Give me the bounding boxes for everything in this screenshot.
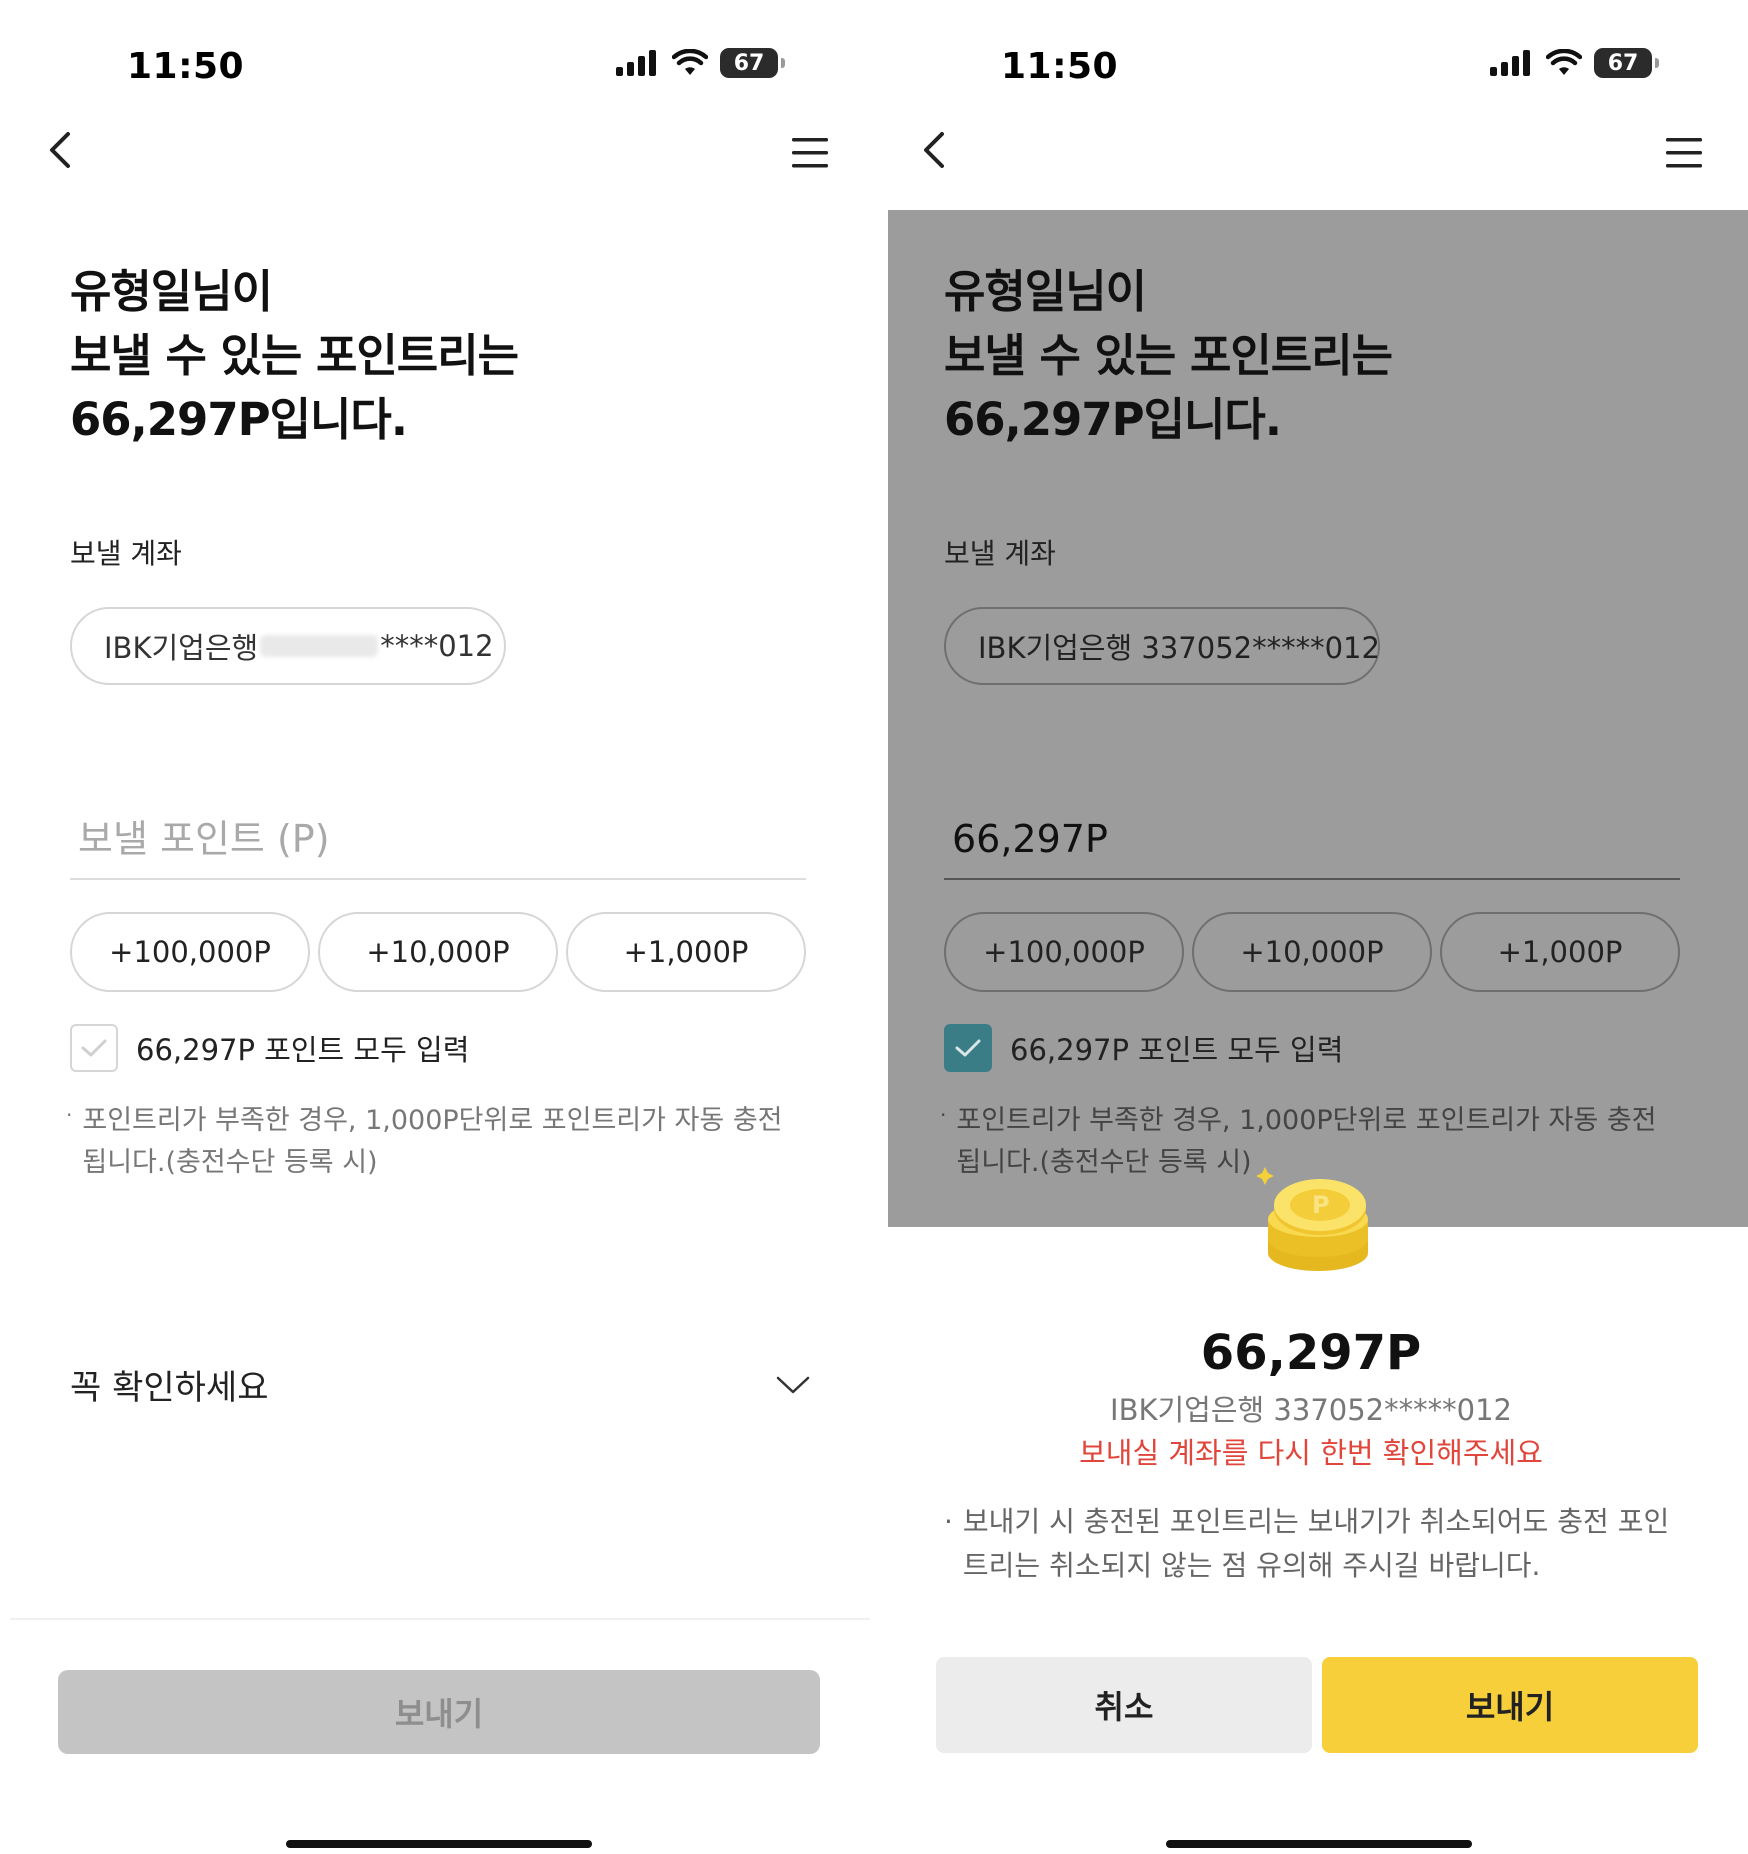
account-section-label: 보낼 계좌 xyxy=(70,537,182,570)
check-icon xyxy=(81,1039,107,1057)
cancel-button[interactable]: 취소 xyxy=(936,1657,1312,1753)
chevron-left-icon xyxy=(50,132,70,168)
account-text: IBK기업은행 337052*****012 xyxy=(978,631,1380,665)
hamburger-menu-icon xyxy=(792,138,828,168)
title-line-3: 66,297P입니다. xyxy=(70,393,408,446)
battery-icon: 67 xyxy=(720,48,785,78)
screen-divider xyxy=(870,0,878,1854)
battery-level: 67 xyxy=(733,50,765,76)
send-points-screen: 11:50 67 유형일님이 보낼 수 있는 포인트리는 66,297P입니다. xyxy=(0,0,874,1854)
cancel-policy-note-text: 보내기 시 충전된 포인트리는 보내기가 취소되어도 충전 포인트리는 취소되지… xyxy=(962,1505,1670,1582)
signal-icon xyxy=(616,50,656,76)
back-button[interactable] xyxy=(914,128,954,172)
home-indicator xyxy=(1166,1840,1472,1848)
add-1000-button: +1,000P xyxy=(1440,912,1680,992)
auto-charge-note-text: 포인트리가 부족한 경우, 1,000P단위로 포인트리가 자동 충전 됩니다.… xyxy=(82,1105,783,1178)
confirm-account: IBK기업은행 337052*****012 xyxy=(1110,1393,1512,1427)
title-line-1: 유형일님이 xyxy=(70,265,273,318)
menu-button[interactable] xyxy=(1664,136,1704,170)
chevron-down-icon xyxy=(776,1376,810,1393)
battery-icon: 67 xyxy=(1594,48,1659,78)
svg-text:P: P xyxy=(1312,1191,1330,1219)
confirm-warning: 보내실 계좌를 다시 한번 확인해주세요 xyxy=(1079,1436,1543,1470)
account-tail: ****012 xyxy=(380,629,494,663)
use-all-label: 66,297P 포인트 모두 입력 xyxy=(136,1033,470,1067)
back-button[interactable] xyxy=(40,128,80,172)
quick-add-chips: +100,000P +10,000P +1,000P xyxy=(944,912,1680,992)
bullet-icon: · xyxy=(944,1505,953,1538)
signal-icon xyxy=(1490,50,1530,76)
add-100000-button: +100,000P xyxy=(944,912,1184,992)
use-all-row[interactable]: 66,297P 포인트 모두 입력 xyxy=(70,1024,469,1072)
confirm-amount: 66,297P xyxy=(1200,1325,1422,1381)
wifi-icon xyxy=(1546,49,1582,75)
status-time: 11:50 xyxy=(127,46,245,87)
wifi-icon xyxy=(672,49,708,75)
bullet-icon: · xyxy=(66,1103,73,1127)
status-icons: 67 xyxy=(616,48,785,78)
use-all-label: 66,297P 포인트 모두 입력 xyxy=(1010,1033,1344,1067)
use-all-row: 66,297P 포인트 모두 입력 xyxy=(944,1024,1343,1072)
send-button[interactable]: 보내기 xyxy=(1322,1657,1698,1753)
chevron-left-icon xyxy=(924,132,944,168)
points-input: 66,297P xyxy=(944,800,1680,880)
confirm-actions: 취소 보내기 xyxy=(936,1657,1698,1753)
title-line-1: 유형일님이 xyxy=(944,265,1147,318)
bullet-icon: · xyxy=(940,1103,947,1127)
send-button[interactable]: 보내기 xyxy=(58,1670,820,1754)
use-all-checkbox xyxy=(944,1024,992,1072)
home-indicator xyxy=(286,1840,592,1848)
quick-add-chips: +100,000P +10,000P +1,000P xyxy=(70,912,806,992)
battery-level: 67 xyxy=(1607,50,1639,76)
points-input[interactable] xyxy=(70,800,806,880)
status-time: 11:50 xyxy=(1001,46,1119,87)
cancel-policy-note: · 보내기 시 충전된 포인트리는 보내기가 취소되어도 충전 포인트리는 취소… xyxy=(944,1500,1684,1588)
account-number-redacted xyxy=(260,635,379,657)
add-10000-button[interactable]: +10,000P xyxy=(318,912,558,992)
account-section-label: 보낼 계좌 xyxy=(944,537,1056,570)
use-all-checkbox[interactable] xyxy=(70,1024,118,1072)
notice-accordion-label: 꼭 확인하세요 xyxy=(70,1368,269,1408)
hamburger-menu-icon xyxy=(1666,138,1702,168)
coins-icon: P xyxy=(1256,1167,1368,1271)
page-title: 유형일님이 보낼 수 있는 포인트리는 66,297P입니다. xyxy=(944,260,1393,452)
status-icons: 67 xyxy=(1490,48,1659,78)
divider xyxy=(10,1618,870,1620)
page-title: 유형일님이 보낼 수 있는 포인트리는 66,297P입니다. xyxy=(70,260,519,452)
account-selector[interactable]: IBK기업은행 ****012 xyxy=(70,607,506,685)
check-icon xyxy=(955,1039,981,1057)
title-line-2: 보낼 수 있는 포인트리는 xyxy=(944,329,1393,382)
account-bank: IBK기업은행 xyxy=(104,631,259,665)
send-confirm-screen: 11:50 67 유형일님이 보낼 수 있는 포인트리는 66,297P입니다.… xyxy=(874,0,1748,1854)
add-10000-button: +10,000P xyxy=(1192,912,1432,992)
add-1000-button[interactable]: +1,000P xyxy=(566,912,806,992)
account-selector: IBK기업은행 337052*****012 xyxy=(944,607,1380,685)
add-100000-button[interactable]: +100,000P xyxy=(70,912,310,992)
notice-accordion[interactable]: 꼭 확인하세요 xyxy=(70,1360,810,1409)
title-line-2: 보낼 수 있는 포인트리는 xyxy=(70,329,519,382)
auto-charge-note: · 포인트리가 부족한 경우, 1,000P단위로 포인트리가 자동 충전 됩니… xyxy=(66,1100,806,1184)
title-line-3: 66,297P입니다. xyxy=(944,393,1282,446)
menu-button[interactable] xyxy=(790,136,830,170)
